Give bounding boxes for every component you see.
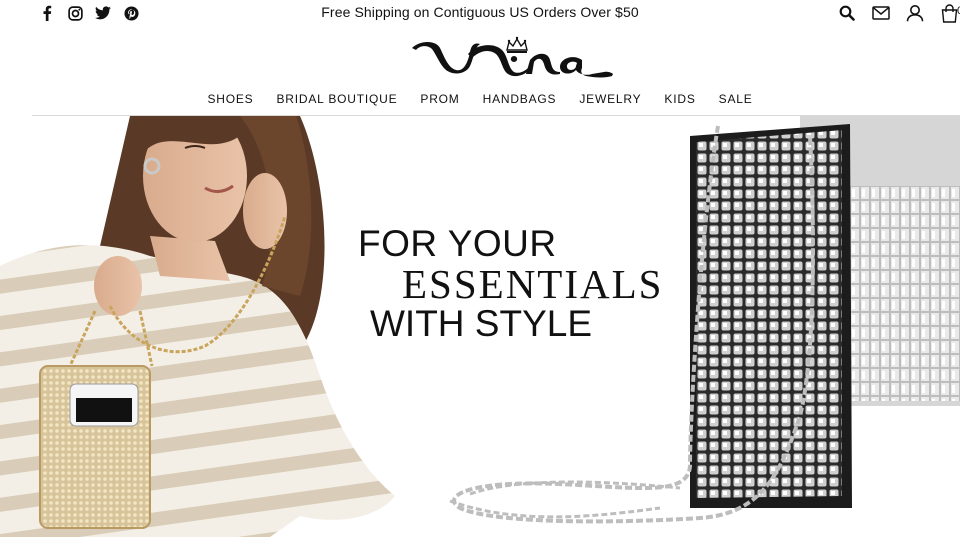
brand-logo[interactable] (410, 34, 614, 80)
nav-item-bridal-boutique[interactable]: BRIDAL BOUTIQUE (276, 92, 397, 106)
nav-item-sale[interactable]: SALE (719, 92, 753, 106)
cart-icon[interactable]: 0 (938, 2, 960, 24)
promo-banner: Free Shipping on Contiguous US Orders Ov… (0, 4, 960, 20)
model-figure (0, 116, 395, 537)
utility-icons: 0 (836, 2, 960, 24)
nav-item-shoes[interactable]: SHOES (207, 92, 253, 106)
search-icon[interactable] (836, 2, 858, 24)
mail-icon[interactable] (870, 2, 892, 24)
top-bar: Free Shipping on Contiguous US Orders Ov… (0, 0, 960, 26)
promo-text[interactable]: Free Shipping on Contiguous US Orders Ov… (321, 4, 638, 20)
main-nav: SHOES BRIDAL BOUTIQUE PROM HANDBAGS JEWE… (0, 92, 960, 106)
hero-headline: FOR YOUR ESSENTIALS WITH STYLE (358, 224, 663, 344)
hero-line-1: FOR YOUR (358, 223, 557, 264)
hero-line-2: ESSENTIALS (402, 261, 664, 307)
logo-wordmark (412, 42, 613, 78)
nav-item-handbags[interactable]: HANDBAGS (483, 92, 557, 106)
nav-item-jewelry[interactable]: JEWELRY (579, 92, 641, 106)
nav-item-prom[interactable]: PROM (420, 92, 459, 106)
crown-icon (506, 36, 528, 53)
account-icon[interactable] (904, 2, 926, 24)
hero-line-3: WITH STYLE (370, 303, 593, 344)
nav-item-kids[interactable]: KIDS (664, 92, 695, 106)
hero-banner[interactable]: FOR YOUR ESSENTIALS WITH STYLE (0, 116, 960, 537)
